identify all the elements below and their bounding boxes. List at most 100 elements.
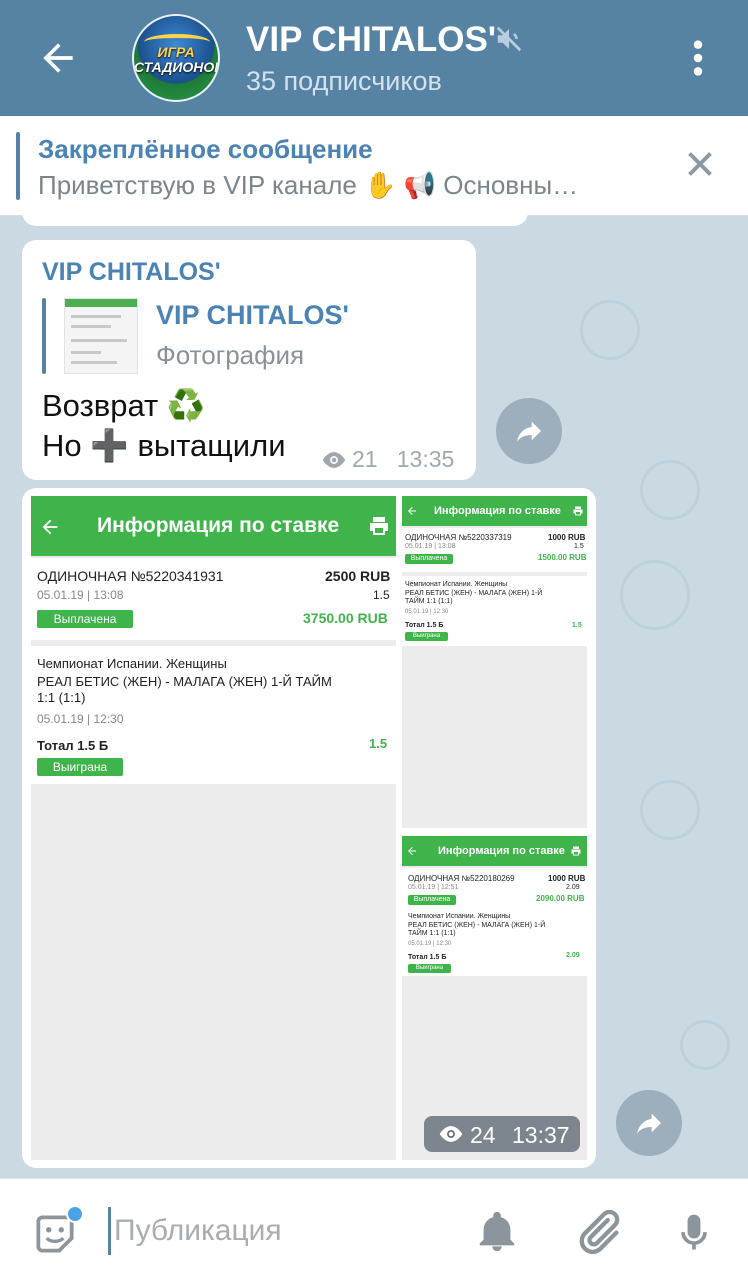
bet-status-badge: Выплачена (37, 610, 133, 628)
channel-avatar[interactable]: ИГРА СТАДИОНОВ (132, 14, 220, 102)
bet-status-badge: Выплачена (408, 895, 456, 905)
share-button[interactable] (496, 398, 562, 464)
composer-bar (0, 1178, 748, 1280)
view-count: 24 (470, 1122, 496, 1148)
message-time: 13:35 (396, 446, 455, 472)
event-outcome-coef: 1.5 (572, 622, 582, 629)
bet-event-card: Чемпионат Испании. Женщины РЕАЛ БЕТИС (Ж… (402, 576, 587, 646)
message-input[interactable] (114, 1209, 434, 1253)
chat-header: ИГРА СТАДИОНОВ VIP CHITALOS' 35 подписчи… (0, 0, 748, 116)
bet-date: 05.01.19 | 13:08 (405, 543, 456, 550)
event-result-badge: Выиграна (405, 632, 448, 641)
view-count: 21 (352, 446, 378, 472)
thumb-line (71, 315, 121, 318)
bet-header: Информация по ставке (402, 836, 587, 866)
print-icon (571, 846, 581, 856)
bet-event-card: Чемпионат Испании. Женщины РЕАЛ БЕТИС (Ж… (31, 646, 396, 784)
close-icon[interactable] (682, 146, 718, 182)
bet-type: ОДИНОЧНАЯ №5220337319 (405, 533, 512, 542)
thumb-line (71, 339, 127, 342)
bg-doodle (640, 780, 700, 840)
thumb-line (71, 351, 101, 354)
avatar-text-line2: СТАДИОНОВ (134, 59, 220, 75)
channel-title[interactable]: VIP CHITALOS' (246, 20, 496, 60)
eye-icon (439, 1126, 463, 1142)
event-date: 05.01.19 | 12:30 (408, 941, 452, 947)
mic-icon[interactable] (672, 1205, 716, 1261)
pinned-accent-bar (16, 132, 20, 200)
back-arrow-icon (408, 507, 416, 515)
paperclip-icon[interactable] (572, 1205, 624, 1259)
share-button[interactable] (616, 1090, 682, 1156)
message-line1: Возврат ♻️ (42, 388, 206, 423)
event-match: РЕАЛ БЕТИС (ЖЕН) - МАЛАГА (ЖЕН) 1-Й ТАЙМ… (37, 674, 332, 705)
bet-event-card: Чемпионат Испании. Женщины РЕАЛ БЕТИС (Ж… (402, 908, 587, 976)
thumb-line (71, 361, 117, 364)
event-outcome: Тотал 1.5 Б (405, 622, 444, 629)
eye-icon (322, 452, 346, 468)
bet-coef: 1.5 (574, 543, 584, 550)
event-league: Чемпионат Испании. Женщины (405, 581, 508, 588)
bet-payout: 1500.00 RUB (538, 553, 587, 562)
bet-header-title: Информация по ставке (97, 514, 340, 537)
event-outcome: Тотал 1.5 Б (37, 738, 109, 753)
bet-status-badge: Выплачена (405, 554, 453, 564)
previous-message-bubble (22, 200, 528, 226)
bet-coef: 1.5 (373, 588, 390, 602)
reply-author: VIP CHITALOS' (156, 300, 349, 330)
bet-amount: 1000 RUB (548, 533, 586, 542)
more-vert-icon[interactable] (684, 38, 712, 78)
event-match: РЕАЛ БЕТИС (ЖЕН) - МАЛАГА (ЖЕН) 1-Й ТАЙМ… (408, 922, 546, 937)
bell-icon[interactable] (474, 1207, 520, 1257)
bet-card: ОДИНОЧНАЯ №5220180269 1000 RUB 05.01.19 … (402, 868, 587, 912)
avatar-text-line1: ИГРА (157, 44, 195, 60)
back-arrow-icon (42, 519, 58, 535)
bet-type: ОДИНОЧНАЯ №5220341931 (37, 568, 224, 584)
bet-header-title: Информация по ставке (434, 505, 561, 517)
reply-type: Фотография (156, 340, 305, 370)
bet-header: Информация по ставке (31, 496, 396, 556)
event-date: 05.01.19 | 12:30 (37, 712, 124, 726)
bet-screenshot-1[interactable]: Информация по ставке ОДИНОЧНАЯ №52203419… (31, 496, 396, 1160)
bet-card: ОДИНОЧНАЯ №5220341931 2500 RUB 05.01.19 … (31, 558, 396, 640)
reply-thumbnail[interactable] (64, 298, 138, 374)
text-cursor (108, 1207, 111, 1255)
event-match: РЕАЛ БЕТИС (ЖЕН) - МАЛАГА (ЖЕН) 1-Й ТАЙМ… (405, 590, 543, 605)
photo-album-bubble[interactable]: Информация по ставке ОДИНОЧНАЯ №52203419… (22, 488, 596, 1168)
bet-header-title: Информация по ставке (438, 845, 565, 857)
notification-dot (66, 1205, 84, 1223)
bet-date: 05.01.19 | 12:51 (408, 884, 459, 891)
bet-payout: 3750.00 RUB (303, 610, 388, 626)
message-author: VIP CHITALOS' (42, 258, 221, 286)
bet-payout: 2090.00 RUB (536, 894, 585, 903)
event-league: Чемпионат Испании. Женщины (408, 913, 511, 920)
event-outcome-coef: 1.5 (369, 736, 388, 751)
message-bubble[interactable]: VIP CHITALOS' VIP CHITALOS' Фотография В… (22, 240, 476, 480)
bet-screenshot-2[interactable]: Информация по ставке ОДИНОЧНАЯ №52203373… (402, 496, 587, 828)
bet-amount: 1000 RUB (548, 874, 586, 883)
event-outcome: Тотал 1.5 Б (408, 954, 447, 961)
pinned-title: Закреплённое сообщение (38, 134, 373, 164)
bg-doodle (640, 460, 700, 520)
bg-doodle (620, 560, 690, 630)
event-date: 05.01.19 | 12:30 (405, 609, 449, 615)
message-text: Возврат ♻️ Но ➕ вытащили (42, 386, 286, 466)
event-outcome-coef: 2.09 (566, 952, 580, 959)
bet-type: ОДИНОЧНАЯ №5220180269 (408, 874, 515, 883)
bet-card: ОДИНОЧНАЯ №5220337319 1000 RUB 05.01.19 … (402, 528, 587, 572)
bet-amount: 2500 RUB (325, 568, 391, 584)
album-meta: 24 13:37 (424, 1116, 580, 1152)
event-result-badge: Выиграна (37, 758, 123, 776)
pinned-preview: Приветствую в VIP канале ✋ 📢 Основны… (38, 170, 579, 200)
bg-doodle (680, 1020, 730, 1070)
message-line2: Но ➕ вытащили (42, 428, 286, 463)
share-icon (637, 1113, 661, 1134)
back-arrow-icon[interactable] (36, 36, 80, 80)
print-icon (573, 506, 583, 516)
thumb-header (65, 299, 137, 307)
bg-doodle (580, 300, 640, 360)
bet-date: 05.01.19 | 13:08 (37, 588, 124, 602)
reply-accent-bar (42, 298, 46, 374)
bet-header: Информация по ставке (402, 496, 587, 526)
bet-screenshot-3[interactable]: Информация по ставке ОДИНОЧНАЯ №52201802… (402, 836, 587, 1160)
